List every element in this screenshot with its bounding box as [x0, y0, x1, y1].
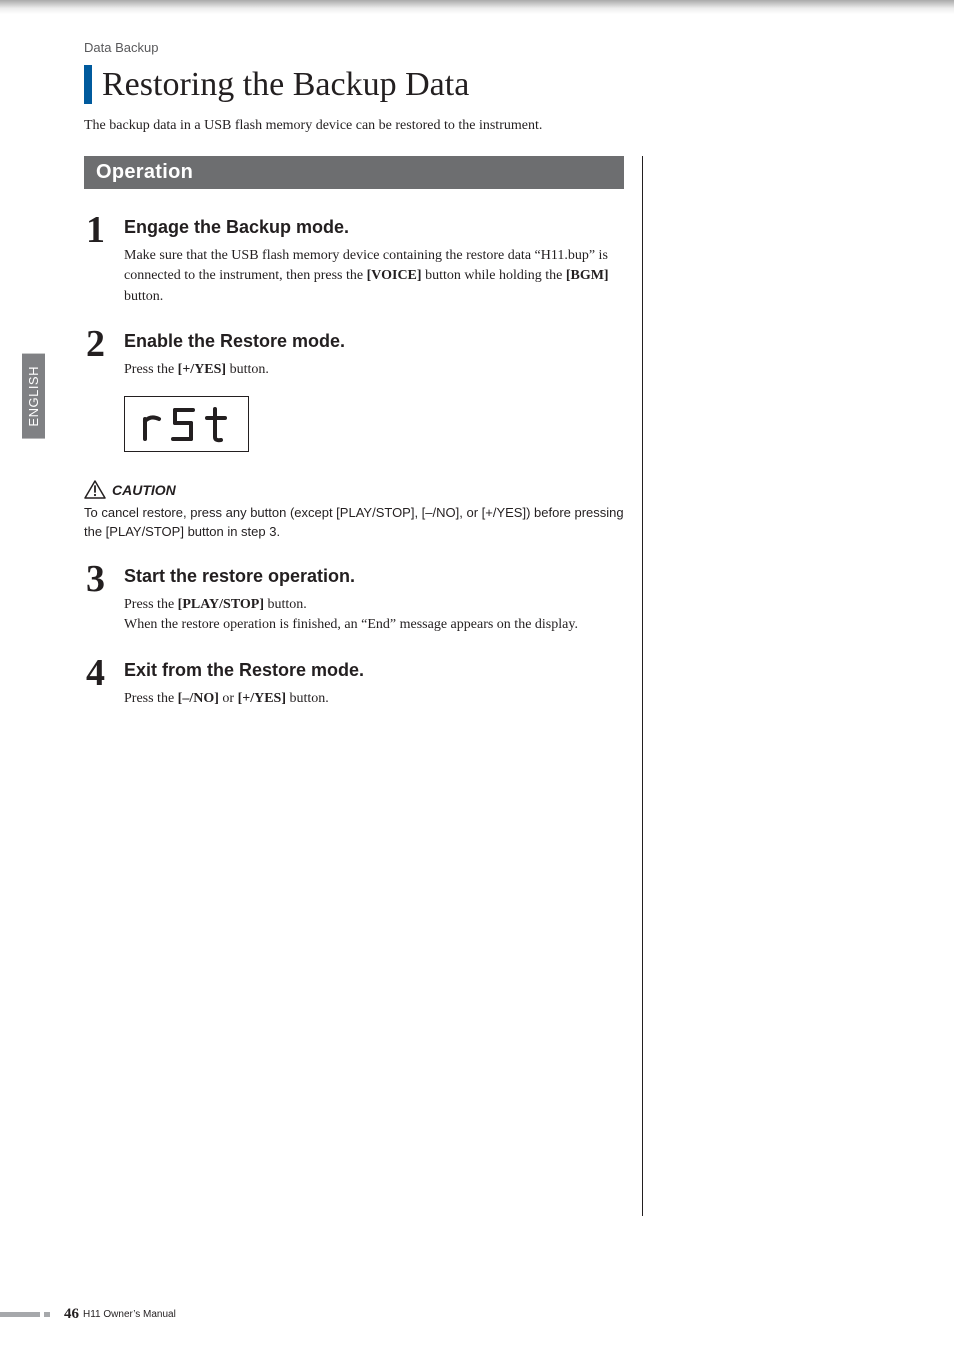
step-number: 3: [84, 560, 124, 636]
sidebar-column: [642, 156, 862, 1216]
caution-header: CAUTION: [84, 480, 624, 500]
step-2: 2 Enable the Restore mode. Press the [+/…: [84, 325, 624, 462]
step-text: Press the [PLAY/STOP] button. When the r…: [124, 595, 624, 636]
manual-title: H11 Owner’s Manual: [83, 1309, 176, 1320]
button-ref: [VOICE]: [367, 268, 422, 283]
button-ref: [BGM]: [566, 268, 609, 283]
text-run: button.: [226, 362, 269, 377]
step-title: Engage the Backup mode.: [124, 217, 624, 238]
text-run: button.: [264, 597, 307, 612]
page-footer: 46 H11 Owner’s Manual: [0, 1306, 954, 1323]
text-run: button.: [124, 289, 163, 304]
text-run: button.: [286, 691, 329, 706]
page-number: 46: [64, 1306, 79, 1323]
operation-heading-bar: Operation: [84, 156, 624, 189]
button-ref: [+/YES]: [178, 362, 226, 377]
caution-text: To cancel restore, press any button (exc…: [84, 504, 624, 542]
step-text: Press the [–/NO] or [+/YES] button.: [124, 689, 624, 709]
step-number: 1: [84, 211, 124, 307]
button-ref: [–/NO]: [178, 691, 219, 706]
text-run: Press the: [124, 362, 178, 377]
language-tab: ENGLISH: [22, 354, 45, 439]
footer-decor: [0, 1312, 50, 1317]
intro-text: The backup data in a USB flash memory de…: [84, 118, 870, 134]
step-3: 3 Start the restore operation. Press the…: [84, 560, 624, 636]
step-number: 4: [84, 654, 124, 709]
text-run: Press the: [124, 597, 178, 612]
text-run: Press the: [124, 691, 178, 706]
text-run: button while holding the: [422, 268, 566, 283]
step-text: Make sure that the USB flash memory devi…: [124, 246, 624, 307]
step-number: 2: [84, 325, 124, 462]
running-header: Data Backup: [84, 40, 870, 55]
button-ref: [PLAY/STOP]: [178, 597, 264, 612]
text-run: or: [219, 691, 238, 706]
main-column: Operation 1 Engage the Backup mode. Make…: [84, 156, 624, 1216]
step-text: Press the [+/YES] button.: [124, 360, 624, 380]
warning-triangle-icon: [84, 480, 106, 500]
button-ref: [+/YES]: [238, 691, 286, 706]
caution-label: CAUTION: [112, 482, 176, 498]
text-run: When the restore operation is finished, …: [124, 617, 578, 632]
step-title: Exit from the Restore mode.: [124, 660, 624, 681]
page-title: Restoring the Backup Data: [84, 65, 870, 104]
lcd-display-box: [124, 396, 249, 452]
page-top-gradient: [0, 0, 954, 14]
step-title: Enable the Restore mode.: [124, 331, 624, 352]
step-1: 1 Engage the Backup mode. Make sure that…: [84, 211, 624, 307]
step-4: 4 Exit from the Restore mode. Press the …: [84, 654, 624, 709]
page-content: ENGLISH Data Backup Restoring the Backup…: [0, 14, 954, 1351]
seven-segment-rst-icon: [137, 403, 237, 445]
step-title: Start the restore operation.: [124, 566, 624, 587]
